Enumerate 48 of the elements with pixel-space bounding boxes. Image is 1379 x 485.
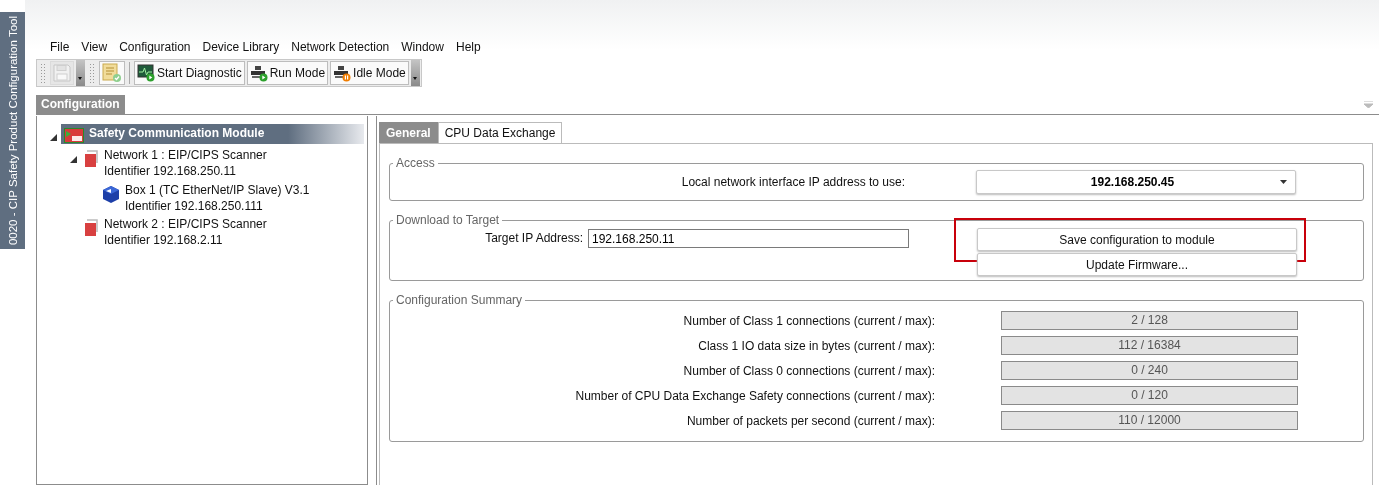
toolbar-button[interactable]: Start Diagnostic: [134, 61, 245, 85]
field-label: Target IP Address:: [484, 231, 583, 245]
input-field[interactable]: 192.168.250.11: [588, 229, 909, 248]
tree-item[interactable]: Safety Communication Module: [61, 124, 364, 144]
menu-item[interactable]: File: [44, 40, 76, 54]
field-label: Number of packets per second (current / max):: [685, 413, 935, 428]
grip-handle[interactable]: [40, 63, 46, 83]
field-label: Class 1 IO data size in bytes (current / max):: [697, 338, 935, 353]
menu-item[interactable]: Network Detection: [285, 40, 396, 54]
toolbar-button[interactable]: Idle Mode: [330, 61, 409, 85]
readonly-field: 112 / 16384: [1001, 336, 1298, 355]
menu-item[interactable]: Configuration: [113, 40, 197, 54]
dropdown-field[interactable]: 192.168.250.45: [976, 170, 1296, 194]
push-button[interactable]: Update Firmware...: [977, 253, 1297, 276]
readonly-field: 0 / 240: [1001, 361, 1298, 380]
menu-item[interactable]: Device Library: [196, 40, 286, 54]
readonly-field: 2 / 128: [1001, 311, 1298, 330]
push-button[interactable]: Save configuration to module: [977, 228, 1297, 251]
toolbar-icon-button[interactable]: [99, 61, 125, 85]
cube-icon: [102, 185, 120, 204]
toolbar-button[interactable]: Run Mode: [246, 61, 329, 85]
field-label: Number of CPU Data Exchange Safety connections (current / max):: [574, 388, 935, 403]
field-label: Number of Class 1 connections (current / max):: [682, 313, 935, 328]
tree-item[interactable]: Network 2 : EIP/CIPS Scanner Identifier 192.168.2.11: [81, 215, 270, 249]
group-title: Configuration Summary: [395, 293, 524, 307]
menu-item[interactable]: View: [75, 40, 114, 54]
network-node-icon: [84, 150, 99, 168]
tab[interactable]: CPU Data Exchange: [437, 122, 563, 143]
network-node-icon: [84, 219, 99, 237]
document-check-icon: [102, 63, 122, 83]
tree-item[interactable]: Network 1 : EIP/CIPS Scanner Identifier 192.168.250.11: [81, 146, 270, 180]
group-title: Download to Target: [395, 213, 501, 227]
machine-pause-icon: [333, 64, 353, 82]
menu-item[interactable]: Help: [449, 40, 487, 54]
field-label: Number of Class 0 connections (current / max):: [682, 363, 935, 378]
field-label: Local network interface IP address to use:: [680, 175, 905, 189]
caret-icon: [1280, 180, 1287, 184]
tree-item[interactable]: Box 1 (TC EtherNet/IP Slave) V3.1 Identifier 192.168.250.111: [99, 181, 313, 215]
menu-item[interactable]: Window: [395, 40, 450, 54]
side-panel-tab[interactable]: 0020 - CIP Safety Product Configuration Tool: [0, 12, 25, 250]
group-title: Access: [395, 156, 436, 170]
readonly-field: 110 / 12000: [1001, 411, 1298, 430]
readonly-field: 0 / 120: [1001, 386, 1298, 405]
machine-play-icon: [249, 64, 269, 82]
expanded-arrow-icon[interactable]: [49, 133, 57, 141]
monitor-play-icon: [137, 64, 156, 82]
expanded-arrow-icon[interactable]: [69, 155, 77, 163]
module-icon: [64, 128, 84, 143]
